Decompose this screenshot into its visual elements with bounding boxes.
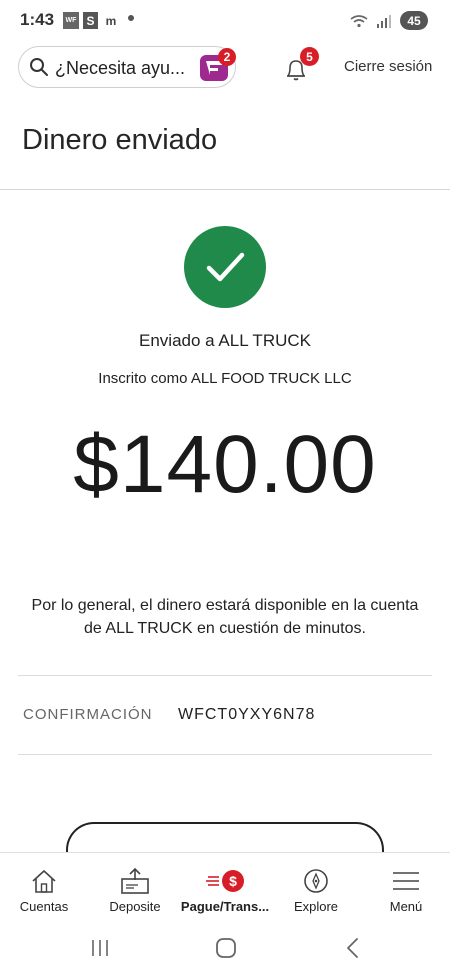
availability-message: Por lo general, el dinero estará disponi…	[31, 597, 419, 637]
nav-label: Explore	[293, 899, 339, 914]
nav-label: Menú	[389, 899, 423, 914]
nav-item-pague-transfiera[interactable]: $ Pague/Trans...	[176, 853, 274, 921]
enrolled-as-text: Inscrito como ALL FOOD TRUCK LLC	[98, 370, 352, 387]
hamburger-menu-icon	[393, 872, 419, 890]
recents-icon	[92, 940, 108, 956]
nav-label: Pague/Trans...	[180, 899, 270, 914]
home-icon	[32, 870, 56, 893]
more-notifications-dot-icon	[128, 15, 134, 21]
nav-label: Cuentas	[19, 899, 69, 914]
sent-to-text: Enviado a ALL TRUCK	[139, 331, 311, 350]
nav-label: Deposite	[109, 899, 161, 914]
home-button[interactable]	[214, 934, 238, 962]
assistant-badge: 2	[218, 48, 236, 66]
notifications-badge: 5	[300, 47, 319, 66]
amount-sent: $140.00	[73, 419, 377, 510]
search-placeholder: ¿Necesita ayu...	[55, 58, 186, 78]
recents-button[interactable]	[88, 934, 112, 962]
status-bar: 1:43 WF S m 45	[0, 0, 450, 40]
divider	[18, 754, 432, 755]
home-square-icon	[216, 938, 236, 958]
m-app-notification-icon: m	[105, 13, 117, 28]
signal-icon	[377, 14, 391, 28]
status-indicators: 45	[350, 11, 428, 30]
pay-transfer-icon: $	[206, 867, 244, 895]
wifi-icon	[350, 14, 368, 27]
back-button[interactable]	[340, 934, 364, 962]
title-divider	[0, 189, 450, 190]
success-check-icon	[184, 226, 266, 308]
search-icon	[30, 58, 48, 76]
nav-item-menu[interactable]: Menú	[372, 853, 440, 921]
system-nav-bar	[0, 920, 450, 975]
nav-item-explore[interactable]: Explore	[282, 853, 350, 921]
deposit-icon	[121, 867, 149, 894]
bottom-nav: Cuentas Deposite $ Pague/Trans... Explor…	[0, 852, 450, 920]
wells-fargo-notification-icon: WF	[63, 12, 79, 29]
confirmation-code: WFCT0YXY6N78	[178, 706, 316, 723]
s-app-notification-icon: S	[83, 12, 98, 29]
logout-link[interactable]: Cierre sesión	[344, 58, 432, 75]
confirmation-label: CONFIRMACIÓN	[23, 706, 153, 723]
nav-item-cuentas[interactable]: Cuentas	[10, 853, 78, 921]
status-time: 1:43	[20, 10, 55, 29]
compass-icon	[304, 869, 328, 893]
back-chevron-icon	[347, 938, 358, 958]
page-title: Dinero enviado	[22, 124, 218, 156]
battery-icon: 45	[400, 11, 428, 30]
divider	[18, 675, 432, 676]
nav-item-deposite[interactable]: Deposite	[100, 853, 170, 921]
